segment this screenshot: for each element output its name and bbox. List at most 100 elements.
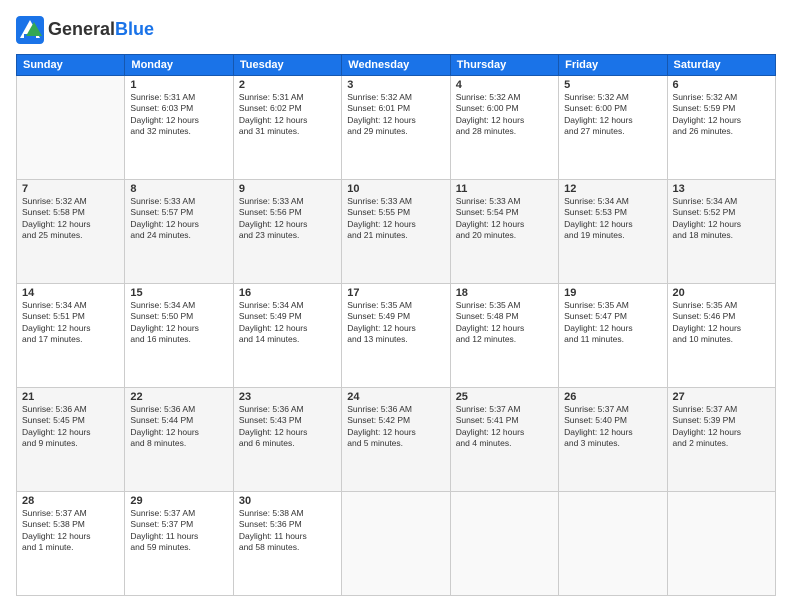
week-row-3: 14Sunrise: 5:34 AMSunset: 5:51 PMDayligh… xyxy=(17,284,776,388)
day-number: 28 xyxy=(22,495,119,507)
calendar-cell: 26Sunrise: 5:37 AMSunset: 5:40 PMDayligh… xyxy=(559,388,667,492)
calendar-cell: 28Sunrise: 5:37 AMSunset: 5:38 PMDayligh… xyxy=(17,492,125,596)
day-number: 29 xyxy=(130,495,227,507)
calendar-cell: 23Sunrise: 5:36 AMSunset: 5:43 PMDayligh… xyxy=(233,388,341,492)
week-row-4: 21Sunrise: 5:36 AMSunset: 5:45 PMDayligh… xyxy=(17,388,776,492)
calendar-cell: 1Sunrise: 5:31 AMSunset: 6:03 PMDaylight… xyxy=(125,76,233,180)
calendar-cell: 2Sunrise: 5:31 AMSunset: 6:02 PMDaylight… xyxy=(233,76,341,180)
calendar-cell: 5Sunrise: 5:32 AMSunset: 6:00 PMDaylight… xyxy=(559,76,667,180)
calendar-cell: 15Sunrise: 5:34 AMSunset: 5:50 PMDayligh… xyxy=(125,284,233,388)
calendar-cell: 24Sunrise: 5:36 AMSunset: 5:42 PMDayligh… xyxy=(342,388,450,492)
day-number: 25 xyxy=(456,391,553,403)
logo-icon xyxy=(16,16,44,44)
day-info: Sunrise: 5:37 AMSunset: 5:41 PMDaylight:… xyxy=(456,404,553,450)
calendar-cell: 6Sunrise: 5:32 AMSunset: 5:59 PMDaylight… xyxy=(667,76,775,180)
day-info: Sunrise: 5:37 AMSunset: 5:37 PMDaylight:… xyxy=(130,508,227,554)
day-info: Sunrise: 5:33 AMSunset: 5:54 PMDaylight:… xyxy=(456,196,553,242)
weekday-wednesday: Wednesday xyxy=(342,55,450,76)
calendar-cell: 16Sunrise: 5:34 AMSunset: 5:49 PMDayligh… xyxy=(233,284,341,388)
calendar-cell: 11Sunrise: 5:33 AMSunset: 5:54 PMDayligh… xyxy=(450,180,558,284)
calendar-cell: 9Sunrise: 5:33 AMSunset: 5:56 PMDaylight… xyxy=(233,180,341,284)
header: GeneralBlue xyxy=(16,16,776,44)
day-number: 1 xyxy=(130,79,227,91)
calendar-table: SundayMondayTuesdayWednesdayThursdayFrid… xyxy=(16,54,776,596)
day-number: 20 xyxy=(673,287,770,299)
day-info: Sunrise: 5:35 AMSunset: 5:48 PMDaylight:… xyxy=(456,300,553,346)
week-row-2: 7Sunrise: 5:32 AMSunset: 5:58 PMDaylight… xyxy=(17,180,776,284)
day-number: 10 xyxy=(347,183,444,195)
day-info: Sunrise: 5:32 AMSunset: 5:59 PMDaylight:… xyxy=(673,92,770,138)
day-number: 11 xyxy=(456,183,553,195)
logo: GeneralBlue xyxy=(16,16,154,44)
calendar-cell: 14Sunrise: 5:34 AMSunset: 5:51 PMDayligh… xyxy=(17,284,125,388)
day-number: 2 xyxy=(239,79,336,91)
day-info: Sunrise: 5:34 AMSunset: 5:50 PMDaylight:… xyxy=(130,300,227,346)
day-number: 15 xyxy=(130,287,227,299)
day-info: Sunrise: 5:36 AMSunset: 5:45 PMDaylight:… xyxy=(22,404,119,450)
calendar-cell xyxy=(17,76,125,180)
day-number: 6 xyxy=(673,79,770,91)
day-number: 7 xyxy=(22,183,119,195)
day-info: Sunrise: 5:37 AMSunset: 5:40 PMDaylight:… xyxy=(564,404,661,450)
day-info: Sunrise: 5:35 AMSunset: 5:47 PMDaylight:… xyxy=(564,300,661,346)
day-number: 19 xyxy=(564,287,661,299)
day-number: 30 xyxy=(239,495,336,507)
calendar-cell: 29Sunrise: 5:37 AMSunset: 5:37 PMDayligh… xyxy=(125,492,233,596)
calendar-cell xyxy=(559,492,667,596)
weekday-saturday: Saturday xyxy=(667,55,775,76)
day-info: Sunrise: 5:34 AMSunset: 5:53 PMDaylight:… xyxy=(564,196,661,242)
calendar-body: 1Sunrise: 5:31 AMSunset: 6:03 PMDaylight… xyxy=(17,76,776,596)
week-row-1: 1Sunrise: 5:31 AMSunset: 6:03 PMDaylight… xyxy=(17,76,776,180)
logo-text: GeneralBlue xyxy=(48,20,154,40)
weekday-monday: Monday xyxy=(125,55,233,76)
day-number: 24 xyxy=(347,391,444,403)
day-info: Sunrise: 5:34 AMSunset: 5:51 PMDaylight:… xyxy=(22,300,119,346)
calendar-cell: 18Sunrise: 5:35 AMSunset: 5:48 PMDayligh… xyxy=(450,284,558,388)
day-number: 26 xyxy=(564,391,661,403)
day-number: 22 xyxy=(130,391,227,403)
day-number: 8 xyxy=(130,183,227,195)
day-number: 4 xyxy=(456,79,553,91)
calendar-cell: 20Sunrise: 5:35 AMSunset: 5:46 PMDayligh… xyxy=(667,284,775,388)
day-info: Sunrise: 5:35 AMSunset: 5:49 PMDaylight:… xyxy=(347,300,444,346)
day-info: Sunrise: 5:32 AMSunset: 6:00 PMDaylight:… xyxy=(564,92,661,138)
calendar-cell: 8Sunrise: 5:33 AMSunset: 5:57 PMDaylight… xyxy=(125,180,233,284)
weekday-header-row: SundayMondayTuesdayWednesdayThursdayFrid… xyxy=(17,55,776,76)
day-number: 14 xyxy=(22,287,119,299)
day-number: 16 xyxy=(239,287,336,299)
calendar-cell: 4Sunrise: 5:32 AMSunset: 6:00 PMDaylight… xyxy=(450,76,558,180)
calendar-cell: 13Sunrise: 5:34 AMSunset: 5:52 PMDayligh… xyxy=(667,180,775,284)
day-number: 17 xyxy=(347,287,444,299)
calendar-cell: 17Sunrise: 5:35 AMSunset: 5:49 PMDayligh… xyxy=(342,284,450,388)
day-number: 9 xyxy=(239,183,336,195)
day-number: 13 xyxy=(673,183,770,195)
calendar-cell xyxy=(342,492,450,596)
day-info: Sunrise: 5:38 AMSunset: 5:36 PMDaylight:… xyxy=(239,508,336,554)
day-number: 5 xyxy=(564,79,661,91)
week-row-5: 28Sunrise: 5:37 AMSunset: 5:38 PMDayligh… xyxy=(17,492,776,596)
day-info: Sunrise: 5:34 AMSunset: 5:49 PMDaylight:… xyxy=(239,300,336,346)
day-number: 27 xyxy=(673,391,770,403)
calendar-cell xyxy=(667,492,775,596)
calendar-cell: 22Sunrise: 5:36 AMSunset: 5:44 PMDayligh… xyxy=(125,388,233,492)
calendar-cell: 3Sunrise: 5:32 AMSunset: 6:01 PMDaylight… xyxy=(342,76,450,180)
day-info: Sunrise: 5:31 AMSunset: 6:02 PMDaylight:… xyxy=(239,92,336,138)
day-info: Sunrise: 5:33 AMSunset: 5:56 PMDaylight:… xyxy=(239,196,336,242)
weekday-friday: Friday xyxy=(559,55,667,76)
day-info: Sunrise: 5:36 AMSunset: 5:42 PMDaylight:… xyxy=(347,404,444,450)
calendar-cell: 21Sunrise: 5:36 AMSunset: 5:45 PMDayligh… xyxy=(17,388,125,492)
day-info: Sunrise: 5:36 AMSunset: 5:44 PMDaylight:… xyxy=(130,404,227,450)
page: GeneralBlue SundayMondayTuesdayWednesday… xyxy=(0,0,792,612)
calendar-cell: 27Sunrise: 5:37 AMSunset: 5:39 PMDayligh… xyxy=(667,388,775,492)
day-number: 23 xyxy=(239,391,336,403)
weekday-tuesday: Tuesday xyxy=(233,55,341,76)
day-info: Sunrise: 5:31 AMSunset: 6:03 PMDaylight:… xyxy=(130,92,227,138)
day-info: Sunrise: 5:37 AMSunset: 5:38 PMDaylight:… xyxy=(22,508,119,554)
calendar-cell xyxy=(450,492,558,596)
day-number: 18 xyxy=(456,287,553,299)
calendar-cell: 30Sunrise: 5:38 AMSunset: 5:36 PMDayligh… xyxy=(233,492,341,596)
day-info: Sunrise: 5:34 AMSunset: 5:52 PMDaylight:… xyxy=(673,196,770,242)
weekday-thursday: Thursday xyxy=(450,55,558,76)
day-info: Sunrise: 5:35 AMSunset: 5:46 PMDaylight:… xyxy=(673,300,770,346)
day-number: 12 xyxy=(564,183,661,195)
